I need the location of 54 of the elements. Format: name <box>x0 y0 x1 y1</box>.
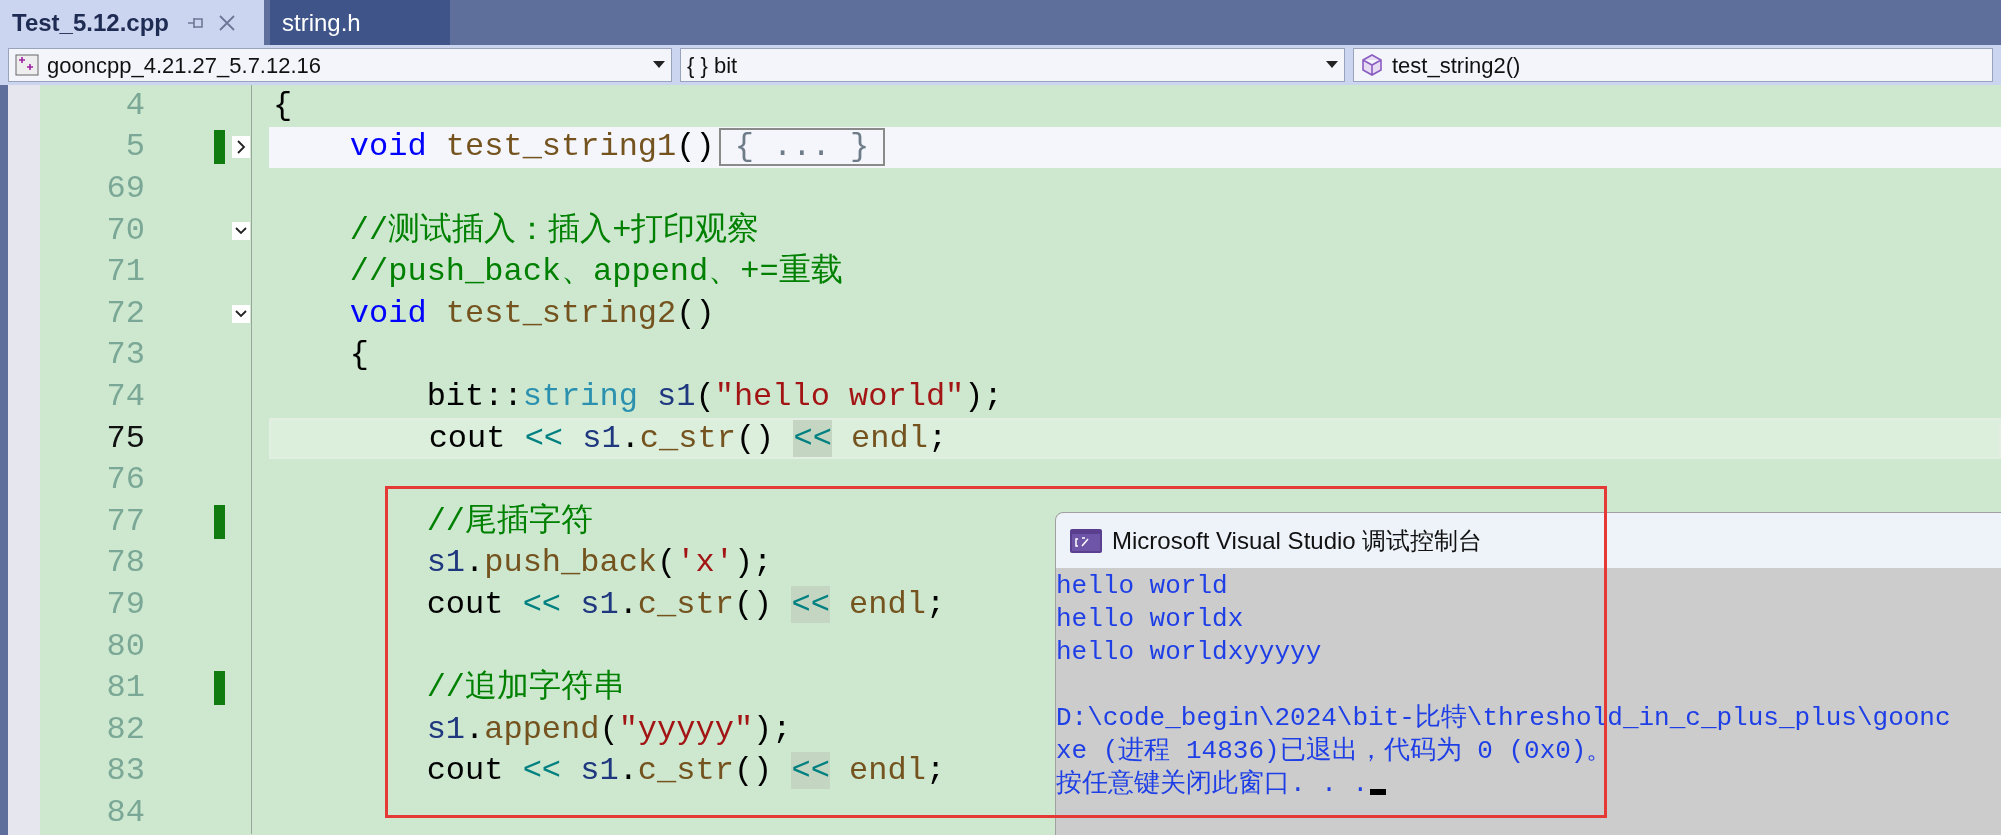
collapsed-code-button[interactable]: { ... } <box>718 128 886 167</box>
code-line: { <box>273 85 293 126</box>
code-line: cout << s1.c_str() << endl; <box>425 751 946 792</box>
pin-icon[interactable] <box>186 15 205 30</box>
dropdown-caret-icon <box>1326 61 1338 69</box>
code-line: //尾插字符 <box>425 501 594 542</box>
collapse-chevron-icon[interactable] <box>232 221 250 240</box>
line-number: 82 <box>106 709 145 750</box>
line-number: 69 <box>106 169 145 209</box>
code-line: //追加字符串 <box>425 668 626 709</box>
console-app-icon <box>1070 528 1102 553</box>
scope-dropdown[interactable]: { } bit <box>680 48 1345 82</box>
code-line: //测试插入：插入+打印观察 <box>348 210 760 251</box>
line-number: 79 <box>106 584 145 625</box>
member-dropdown[interactable]: test_string2() <box>1353 48 1993 82</box>
code-line: s1.append("yyyyy"); <box>425 709 792 750</box>
line-number: 70 <box>106 210 145 251</box>
file-tab[interactable]: Test_5.12.cpp <box>0 0 264 45</box>
line-number: 73 <box>106 335 145 376</box>
line-number: 77 <box>106 501 145 542</box>
console-output-line: hello worldxyyyyy <box>1056 636 1322 669</box>
code-line: void test_string2() <box>348 293 715 334</box>
code-line: cout << s1.c_str() << endl; <box>425 584 946 625</box>
line-number: 72 <box>106 293 145 334</box>
code-line: void test_string1() <box>348 127 715 168</box>
code-line: bit::string s1("hello world"); <box>425 376 1003 417</box>
collapse-chevron-icon[interactable] <box>232 304 250 323</box>
project-icon <box>15 54 39 76</box>
project-dropdown[interactable]: gooncpp_4.21.27_5.7.12.16 <box>8 48 672 82</box>
line-number: 80 <box>106 626 145 667</box>
line-number: 83 <box>106 751 145 792</box>
line-number: 81 <box>106 668 145 709</box>
close-icon[interactable] <box>218 14 235 31</box>
console-title: Microsoft Visual Studio 调试控制台 <box>1112 525 1483 556</box>
dropdown-caret-icon <box>653 61 665 69</box>
line-number: 78 <box>106 543 145 584</box>
code-line: s1.push_back('x'); <box>425 543 773 584</box>
line-number: 75 <box>106 418 145 459</box>
console-output-line: xe (进程 14836)已退出，代码为 0 (0x0)。 <box>1056 735 1613 768</box>
line-number: 4 <box>125 85 145 126</box>
line-number: 74 <box>106 376 145 417</box>
expand-chevron-icon[interactable] <box>232 136 250 159</box>
console-output-line: 按任意键关闭此窗口. . . <box>1056 768 1368 801</box>
line-number: 71 <box>106 252 145 293</box>
code-line: cout << s1.c_str() << endl; <box>427 418 948 459</box>
cube-icon <box>1360 53 1384 77</box>
file-tab[interactable]: string.h <box>270 0 450 45</box>
line-number: 84 <box>106 792 145 833</box>
console-output-line: hello world <box>1056 570 1228 603</box>
line-number: 5 <box>125 127 145 168</box>
console-output-line: hello worldx <box>1056 603 1244 636</box>
line-number: 76 <box>106 460 145 501</box>
code-line: //push_back、append、+=重载 <box>348 252 843 293</box>
code-line: { <box>348 335 369 376</box>
